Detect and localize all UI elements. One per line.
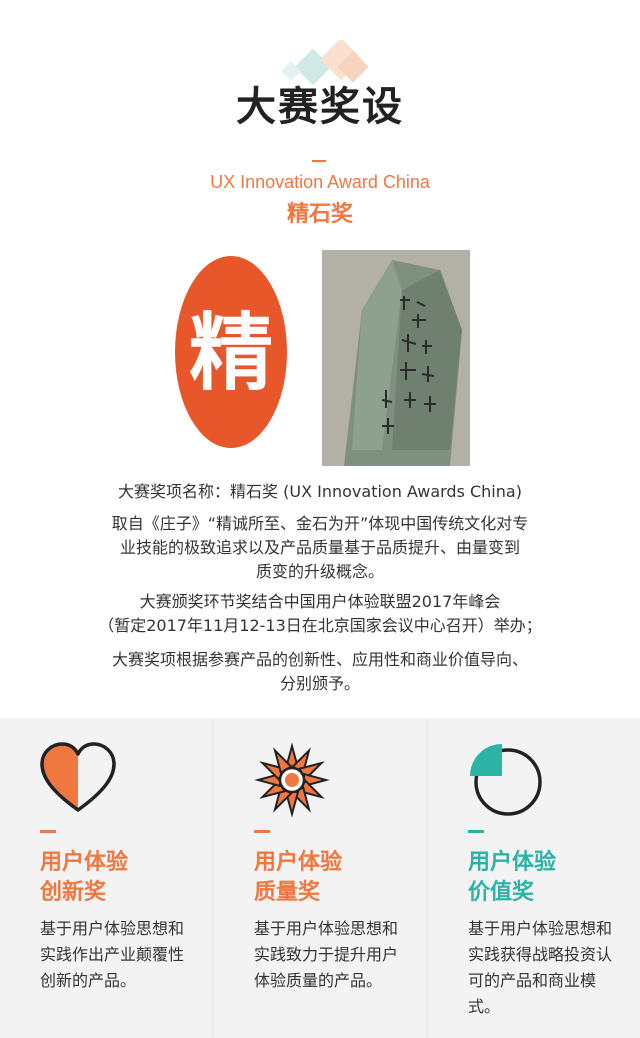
award-subtitle-en: UX Innovation Award China — [210, 172, 430, 192]
ceremony-text: 大赛颁奖环节奖结合中国用户体验联盟2017年峰会 （暂定2017年11月12-1… — [98, 592, 542, 635]
awards-grid: 用户体验 创新奖 基于用户体验思想和实践作出产业颠覆性创新的产品。 用户体验 质… — [0, 718, 640, 1038]
card-divider — [468, 830, 484, 833]
award-name-text: 大赛奖项名称：精石奖 (UX Innovation Awards China) — [118, 482, 522, 501]
page-title: 大赛奖设 — [236, 84, 404, 130]
award-description: 基于用户体验思想和实践致力于提升用户体验质量的产品。 — [254, 919, 399, 990]
carved-stone-photo — [322, 250, 470, 466]
award-subtitle-cn: 精石奖 — [286, 202, 353, 227]
award-title: 用户体验 创新奖 — [40, 850, 129, 905]
svg-text:精: 精 — [189, 303, 273, 402]
award-card-quality: 用户体验 质量奖 基于用户体验思想和实践致力于提升用户体验质量的产品。 — [214, 718, 426, 1038]
pie-chart-icon — [470, 744, 542, 816]
flower-icon — [254, 742, 330, 818]
seal-impression-image: 精 — [175, 256, 287, 448]
award-description: 基于用户体验思想和实践获得战略投资认可的产品和商业模式。 — [468, 919, 613, 1016]
award-title: 用户体验 质量奖 — [254, 850, 343, 905]
award-origin-text: 取自《庄子》“精诚所至、金石为开”体现中国传统文化对专 业技能的极致追求以及产品… — [111, 514, 529, 581]
card-divider — [40, 830, 56, 833]
award-description: 基于用户体验思想和实践作出产业颠覆性创新的产品。 — [40, 919, 185, 990]
award-card-innovation: 用户体验 创新奖 基于用户体验思想和实践作出产业颠覆性创新的产品。 — [0, 718, 212, 1038]
card-divider — [254, 830, 270, 833]
criteria-text: 大赛奖项根据参赛产品的创新性、应用性和商业价值导向、 分别颁予。 — [111, 650, 528, 693]
title-divider — [312, 160, 326, 162]
award-title: 用户体验 价值奖 — [468, 850, 557, 905]
heart-icon — [40, 742, 116, 812]
award-card-value: 用户体验 价值奖 基于用户体验思想和实践获得战略投资认可的产品和商业模式。 — [428, 718, 640, 1038]
